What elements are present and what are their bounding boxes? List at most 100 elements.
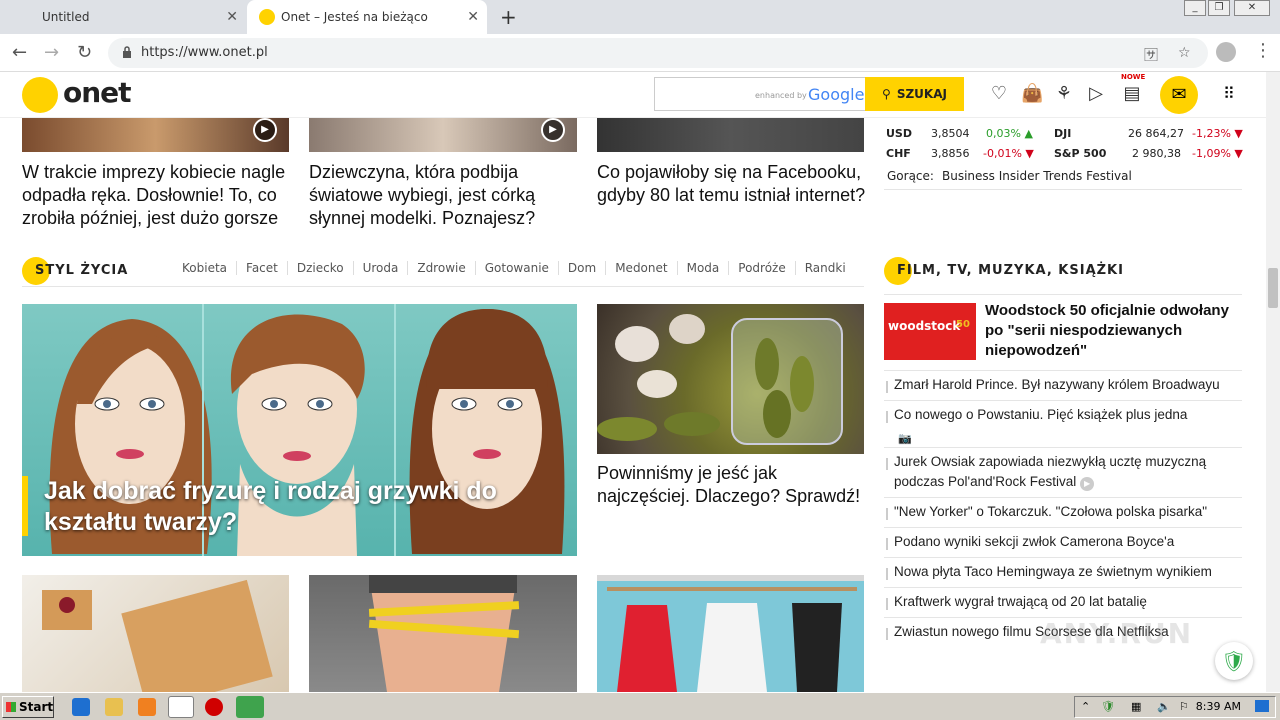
close-window-icon[interactable]: ✕: [1234, 0, 1270, 16]
shield-check-icon[interactable]: 🛡: [1215, 642, 1253, 680]
hot-link[interactable]: Business Insider Trends Festival: [942, 169, 1132, 183]
subnav-item[interactable]: Kobieta: [182, 261, 238, 275]
list-item[interactable]: Zmarł Harold Prince. Był nazywany królem…: [884, 370, 1242, 400]
article-title[interactable]: Co pojawiłoby się na Facebooku, gdyby 80…: [597, 161, 872, 207]
subnav-item[interactable]: Medonet: [606, 261, 678, 275]
featured-article-title[interactable]: Jak dobrać fryzurę i rodzaj grzywki do k…: [22, 476, 577, 538]
restore-icon[interactable]: ❐: [1208, 0, 1230, 16]
address-bar[interactable]: https://www.onet.pl 🈂 ☆: [108, 38, 1208, 68]
article-title[interactable]: Dziewczyna, która podbija światowe wybie…: [309, 161, 584, 230]
play-icon[interactable]: ▶: [541, 118, 565, 142]
waist-illustration: [368, 575, 520, 692]
minimize-icon[interactable]: _: [1184, 0, 1206, 16]
shield-tray-icon[interactable]: 🛡: [1101, 700, 1115, 713]
onet-logo-icon[interactable]: [22, 77, 58, 113]
translate-icon[interactable]: 🈂: [1144, 45, 1158, 65]
pickles-image[interactable]: [597, 304, 864, 454]
list-item[interactable]: Co nowego o Powstaniu. Pięć książek plus…: [884, 400, 1242, 447]
menu-icon[interactable]: ⋮: [1254, 40, 1272, 61]
volume-icon[interactable]: 🔈: [1157, 700, 1171, 713]
divider: [884, 189, 1242, 190]
section-title-film[interactable]: FILM, TV, MUZYKA, KSIĄŻKI: [897, 263, 1124, 278]
waist-measure-image[interactable]: [309, 575, 577, 692]
tab-untitled[interactable]: Untitled ✕: [0, 0, 246, 34]
close-icon[interactable]: ✕: [467, 9, 479, 25]
subnav-item[interactable]: Dom: [559, 261, 607, 275]
show-desktop-icon[interactable]: [1255, 700, 1269, 712]
opera-icon[interactable]: [205, 698, 223, 716]
woodstock-image[interactable]: woodstock 50: [884, 303, 976, 360]
subnav-item[interactable]: Zdrowie: [408, 261, 476, 275]
media-player-icon[interactable]: [138, 698, 156, 716]
currency-change-value: -0,01%: [983, 147, 1022, 160]
styl-zycia-subnav: Kobieta Facet Dziecko Uroda Zdrowie Goto…: [182, 261, 855, 275]
film-lead-title[interactable]: Woodstock 50 oficjalnie odwołany po "ser…: [985, 301, 1235, 361]
article-thumbnail[interactable]: [597, 118, 864, 152]
subnav-item[interactable]: Dziecko: [288, 261, 354, 275]
tab-title: Onet – Jesteś na bieżąco: [281, 10, 428, 24]
list-item[interactable]: Jurek Owsiak zapowiada niezwykłą ucztę m…: [884, 447, 1242, 497]
list-item[interactable]: "New Yorker" o Tokarczuk. "Czołowa polsk…: [884, 497, 1242, 527]
forward-icon[interactable]: →: [44, 42, 59, 63]
camera-icon: 📷: [898, 433, 912, 445]
security-app-icon[interactable]: [236, 696, 264, 718]
index-change: -1,23% ▼: [1192, 127, 1243, 140]
url-text: https://www.onet.pl: [141, 45, 268, 60]
site-logo[interactable]: onet: [63, 76, 132, 109]
subnav-item[interactable]: Randki: [796, 261, 855, 275]
search-button-label: SZUKAJ: [896, 87, 947, 101]
subnav-item[interactable]: Uroda: [354, 261, 409, 275]
flag-icon[interactable]: ⚐: [1179, 700, 1189, 713]
divider: [884, 294, 1242, 295]
start-button[interactable]: Start: [2, 696, 54, 718]
id-card-icon[interactable]: ▤: [1121, 83, 1143, 105]
search-button[interactable]: ⚲ SZUKAJ: [865, 77, 964, 111]
tab-onet[interactable]: Onet – Jesteś na bieżąco ✕: [247, 0, 487, 34]
shopping-bag-icon[interactable]: 👜: [1021, 83, 1043, 105]
list-item-text: Co nowego o Powstaniu. Pięć książek plus…: [894, 407, 1188, 422]
heart-icon[interactable]: ♡: [988, 83, 1010, 105]
horoscope-icon[interactable]: ⚘: [1053, 83, 1075, 105]
play-icon[interactable]: ▶: [253, 118, 277, 142]
list-item-text: Jurek Owsiak zapowiada niezwykłą ucztę m…: [894, 454, 1207, 489]
clock: 8:39 AM: [1195, 700, 1241, 713]
google-label: Google: [808, 85, 865, 104]
reload-icon[interactable]: ↻: [77, 42, 92, 63]
article-thumbnail[interactable]: ▶: [309, 118, 577, 152]
list-item[interactable]: Kraftwerk wygrał trwającą od 20 lat bata…: [884, 587, 1242, 617]
index-value: 26 864,27: [1128, 127, 1184, 140]
subnav-item[interactable]: Moda: [678, 261, 730, 275]
close-icon[interactable]: ✕: [226, 9, 238, 25]
page-scrollbar[interactable]: [1266, 72, 1280, 692]
section-title-styl-zycia[interactable]: STYL ŻYCIA: [35, 263, 128, 278]
tab-strip: Untitled ✕ Onet – Jesteś na bieżąco ✕ + …: [0, 0, 1280, 34]
article-title[interactable]: W trakcie imprezy kobiecie nagle odpadła…: [22, 161, 297, 230]
list-item[interactable]: Nowa płyta Taco Hemingwaya ze świetnym w…: [884, 557, 1242, 587]
article-thumbnail[interactable]: ▶: [22, 118, 289, 152]
profile-avatar-icon[interactable]: [1216, 42, 1236, 62]
chrome-taskbar-button[interactable]: [168, 696, 194, 718]
subnav-item[interactable]: Gotowanie: [476, 261, 559, 275]
list-item[interactable]: Podano wyniki sekcji zwłok Camerona Boyc…: [884, 527, 1242, 557]
subnav-item[interactable]: Podróże: [729, 261, 796, 275]
bookmark-star-icon[interactable]: ☆: [1178, 45, 1191, 61]
video-play-icon[interactable]: ▷: [1085, 83, 1107, 105]
tray-arrow-icon[interactable]: ⌃: [1081, 700, 1090, 713]
clothes-image[interactable]: [597, 575, 864, 692]
waffles-image[interactable]: [22, 575, 289, 692]
ie-icon[interactable]: [72, 698, 90, 716]
pickles-illustration: [597, 314, 843, 445]
back-icon[interactable]: ←: [12, 42, 27, 63]
tab-title: Untitled: [42, 10, 90, 24]
mail-icon[interactable]: ✉: [1160, 76, 1198, 114]
search-input[interactable]: enhanced by Google: [654, 77, 866, 111]
hot-label: Gorące:: [887, 169, 934, 183]
new-tab-icon[interactable]: +: [500, 5, 517, 29]
apps-grid-icon[interactable]: ⠿: [1223, 84, 1235, 103]
subnav-item[interactable]: Facet: [237, 261, 288, 275]
scrollbar-thumb[interactable]: [1268, 268, 1278, 308]
folder-icon[interactable]: [105, 698, 123, 716]
article-title[interactable]: Powinniśmy je jeść jak najczęściej. Dlac…: [597, 462, 867, 508]
network-icon[interactable]: ▦: [1131, 700, 1141, 713]
currency-value: 3,8504: [931, 127, 970, 140]
